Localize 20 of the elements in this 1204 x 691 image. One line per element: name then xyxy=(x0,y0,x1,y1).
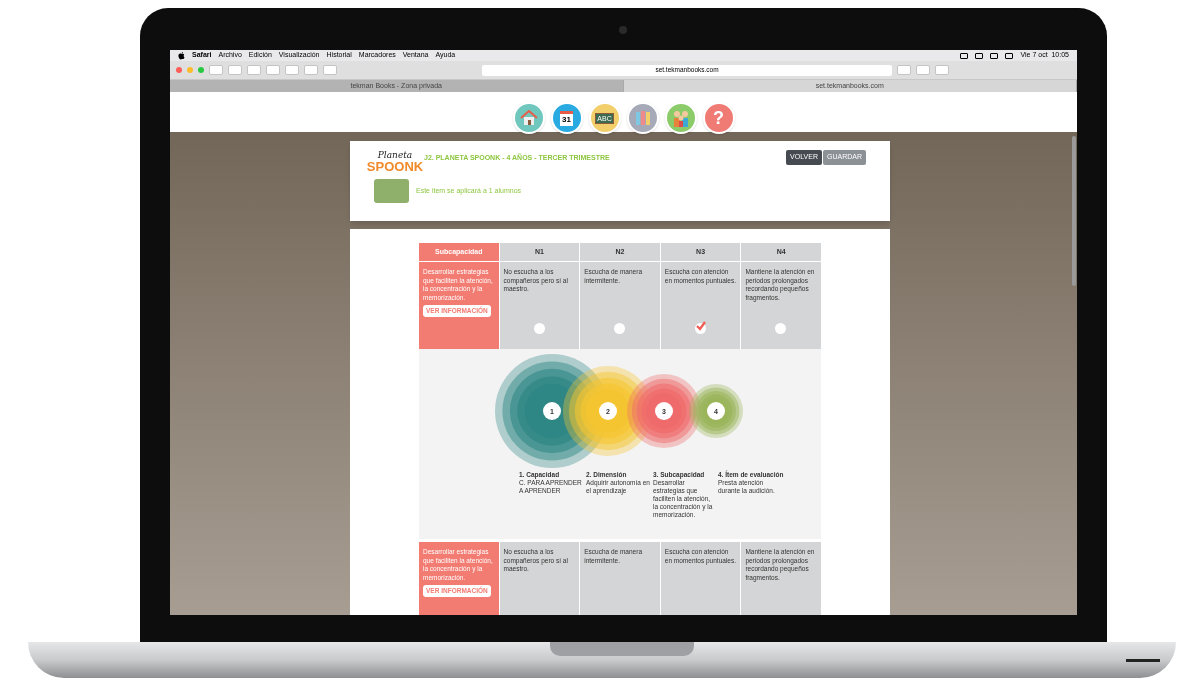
close-button[interactable] xyxy=(176,67,182,73)
camera-icon xyxy=(619,26,627,34)
zoom-button[interactable] xyxy=(198,67,204,73)
radio-button[interactable] xyxy=(694,323,706,334)
apple-icon[interactable] xyxy=(178,51,185,60)
radio-button[interactable] xyxy=(775,323,787,334)
radio-button[interactable] xyxy=(614,323,626,334)
indicator-light xyxy=(1126,659,1160,662)
minimize-button[interactable] xyxy=(187,67,193,73)
icon-label: ? xyxy=(713,106,724,130)
calendar-icon[interactable]: 31 xyxy=(550,102,583,134)
icon-label: 31 xyxy=(560,110,573,126)
family-icon[interactable] xyxy=(664,102,697,134)
scrollbar[interactable] xyxy=(1072,136,1076,286)
logo-text: SPOONK xyxy=(366,160,424,173)
books-icon[interactable] xyxy=(626,102,659,134)
concentric-circles xyxy=(689,384,743,438)
radio-button[interactable] xyxy=(533,323,545,334)
logo-text: Planeta xyxy=(377,151,413,160)
photo-placeholder xyxy=(374,179,409,203)
